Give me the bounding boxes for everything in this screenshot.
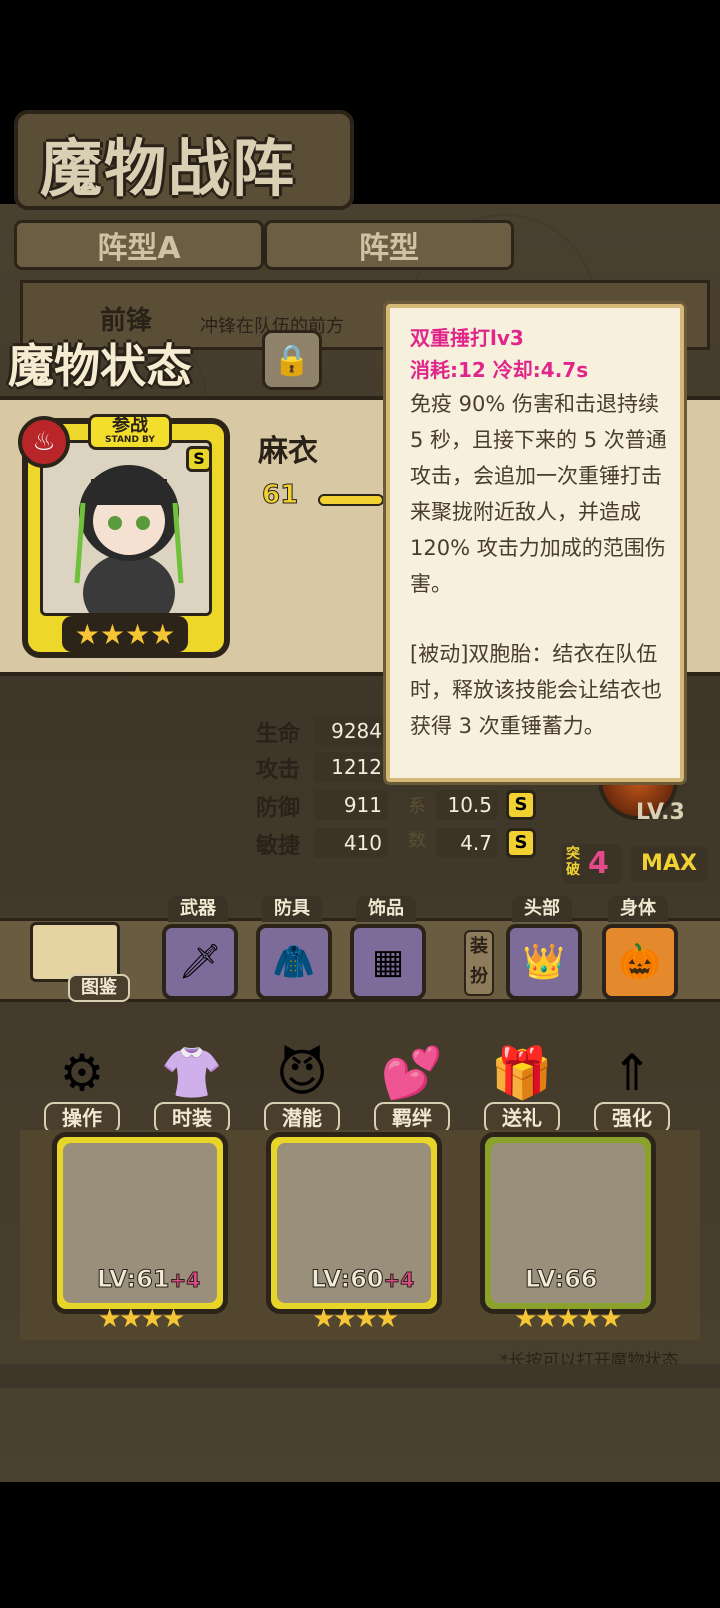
- slot-accessory[interactable]: ▦: [350, 924, 426, 1000]
- roster-card[interactable]: LV:61+4: [52, 1132, 228, 1314]
- page-title: 魔物战阵: [40, 132, 297, 205]
- tab-formation-b[interactable]: 阵型: [264, 220, 514, 270]
- slot-label-armor: 防具: [262, 896, 322, 922]
- slot-body[interactable]: 🎃: [602, 924, 678, 1000]
- pumpkin-icon: 🎃: [618, 942, 662, 982]
- level-badge: 61: [262, 480, 299, 511]
- formation-tabs: 阵型A 阵型: [14, 220, 714, 270]
- card-stars: ★★★★: [98, 1304, 185, 1334]
- stat-defense: 防御 911: [256, 790, 388, 821]
- tab-formation-a[interactable]: 阵型A: [14, 220, 264, 270]
- status-title: 魔物状态: [8, 339, 192, 393]
- stat-agility: 敏捷 410: [256, 828, 388, 859]
- max-button[interactable]: MAX: [630, 846, 708, 882]
- roster-card[interactable]: LV:60+4: [266, 1132, 442, 1314]
- action-bond[interactable]: 💕 羁绊: [370, 1040, 454, 1136]
- bottom-strip: [0, 1364, 720, 1388]
- skill-passive: [被动]双胞胎：结衣在队伍时，释放该技能会让结衣也获得 3 次重锤蓄力。: [410, 642, 662, 738]
- coeff-rank: S: [506, 790, 536, 820]
- tablet-icon: ▦: [371, 942, 405, 982]
- action-gift[interactable]: 🎁 送礼: [480, 1040, 564, 1136]
- card-stars: ★★★★★: [514, 1304, 623, 1334]
- stat-attack: 攻击 1212: [256, 752, 388, 783]
- lock-icon[interactable]: 🔒: [262, 330, 322, 390]
- standby-badge: 参战 STAND BY: [88, 414, 172, 450]
- rank-badge: S: [186, 446, 212, 472]
- character-name: 麻衣: [258, 434, 318, 469]
- coeff-value: 10.5: [436, 790, 498, 820]
- coeff-value: 4.7: [436, 828, 498, 858]
- card-stars: ★★★★: [312, 1304, 399, 1334]
- exp-bar: [318, 494, 384, 506]
- sword-icon: 🗡: [178, 942, 222, 982]
- stat-value: 911: [314, 790, 388, 820]
- roster-card[interactable]: LV:66: [480, 1132, 656, 1314]
- slot-label-accessory: 饰品: [356, 896, 416, 922]
- action-operate[interactable]: ⚙ 操作: [40, 1040, 124, 1136]
- stat-value: 1212: [314, 752, 388, 782]
- breakthrough-label: 突破: [566, 846, 580, 878]
- slot-weapon[interactable]: 🗡: [162, 924, 238, 1000]
- stat-value: 410: [314, 828, 388, 858]
- skill-description: 免疫 90% 伤害和击退持续 5 秒，且接下来的 5 次普通攻击，会追加一次重锤…: [410, 392, 667, 596]
- coeff-rank: S: [506, 828, 536, 858]
- star-rating: ★★★★: [62, 616, 188, 652]
- slot-label-body: 身体: [608, 896, 668, 922]
- demon-icon: 😈: [275, 1044, 329, 1102]
- dress-tag: 装扮: [464, 930, 494, 996]
- outfit-icon: 👚: [160, 1044, 224, 1102]
- card-level: LV:60+4: [310, 1265, 415, 1294]
- action-fashion[interactable]: 👚 时装: [150, 1040, 234, 1136]
- hearts-icon: 💕: [380, 1044, 444, 1102]
- breakthrough-count: 4: [588, 846, 609, 881]
- slot-label-weapon: 武器: [168, 896, 228, 922]
- crown-icon: 👑: [522, 942, 566, 982]
- card-level: LV:66: [524, 1265, 598, 1294]
- stat-label: 敏捷: [256, 834, 301, 859]
- codex-button[interactable]: 图鉴: [30, 918, 130, 1002]
- stat-hp: 生命 9284: [256, 716, 388, 747]
- skill-cost: 消耗:12 冷却:4.7s: [410, 358, 589, 382]
- skill-title: 双重捶打lv3: [410, 326, 524, 350]
- skill-level: LV.3: [636, 800, 685, 825]
- slot-label-head: 头部: [512, 896, 572, 922]
- gear-icon: ⚙: [59, 1044, 105, 1102]
- upgrade-arrows-icon: ⇑: [611, 1044, 653, 1102]
- action-potential[interactable]: 😈 潜能: [260, 1040, 344, 1136]
- stat-label: 攻击: [256, 758, 301, 783]
- slot-armor[interactable]: 🧥: [256, 924, 332, 1000]
- breakthrough-badge: 突破 4: [562, 844, 622, 884]
- coeff-label: 数: [408, 830, 426, 851]
- stat-label: 防御: [256, 796, 301, 821]
- stat-label: 生命: [256, 722, 301, 747]
- codex-label: 图鉴: [68, 974, 130, 1002]
- stat-value: 9284: [314, 716, 388, 746]
- action-upgrade[interactable]: ⇑ 强化: [590, 1040, 674, 1136]
- fire-element-icon: ♨: [18, 416, 70, 468]
- coeff-label: 系: [408, 796, 426, 817]
- book-icon: [30, 922, 120, 982]
- action-bar: ⚙ 操作 👚 时装 😈 潜能 💕 羁绊 🎁 送礼 ⇑ 强化: [0, 1040, 720, 1134]
- cloak-icon: 🧥: [272, 942, 316, 982]
- gift-icon: 🎁: [490, 1044, 554, 1102]
- card-level: LV:61+4: [96, 1265, 201, 1294]
- slot-head[interactable]: 👑: [506, 924, 582, 1000]
